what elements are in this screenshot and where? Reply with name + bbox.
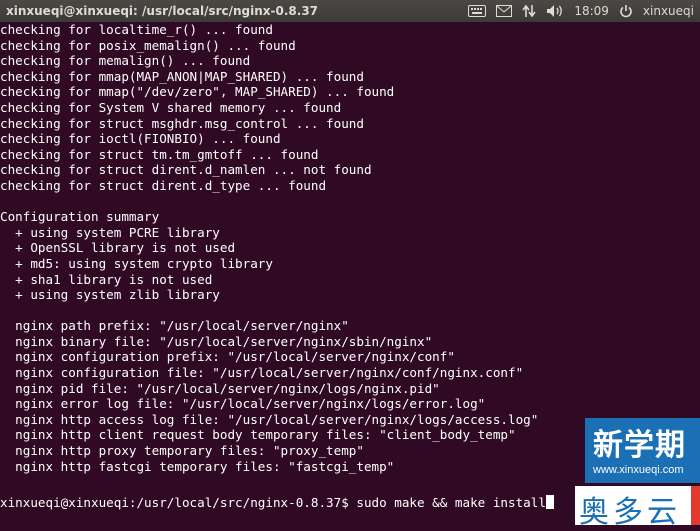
text-cursor: [545, 495, 554, 509]
power-icon[interactable]: [619, 0, 633, 22]
watermark-sub: 奥多云: [579, 495, 681, 530]
keyboard-icon[interactable]: [468, 0, 487, 22]
terminal-line: nginx binary file: "/usr/local/server/ng…: [0, 333, 433, 349]
network-arrows-icon[interactable]: [522, 0, 536, 22]
terminal-line: checking for struct dirent.d_namlen ... …: [0, 162, 372, 178]
terminal-line: checking for mmap("/dev/zero", MAP_SHARE…: [0, 84, 395, 100]
terminal-line: + sha1 library is not used: [0, 271, 213, 287]
terminal-line: checking for struct msghdr.msg_control .…: [0, 115, 364, 131]
terminal-line: checking for posix_memalign() ... found: [0, 37, 296, 53]
terminal-line: + OpenSSL library is not used: [0, 240, 236, 256]
terminal-line: checking for struct tm.tm_gmtoff ... fou…: [0, 146, 319, 162]
watermark-url: www.xinxueqi.com: [593, 464, 684, 476]
terminal-line: nginx configuration prefix: "/usr/local/…: [0, 349, 455, 365]
terminal-line: checking for System V shared memory ... …: [0, 99, 342, 115]
terminal-line: checking for mmap(MAP_ANON|MAP_SHARED) .…: [0, 68, 364, 84]
watermark-sub-block: 奥多云: [575, 486, 700, 530]
watermark-brand: 新学期: [593, 428, 686, 463]
terminal-line: + md5: using system crypto library: [0, 255, 273, 271]
watermark-logo: 新学期 www.xinxueqi.com 奥多云: [575, 418, 700, 530]
terminal-line: nginx error log file: "/usr/local/server…: [0, 396, 486, 412]
terminal-line: checking for ioctl(FIONBIO) ... found: [0, 131, 281, 147]
command-prompt[interactable]: xinxueqi@xinxueqi:/usr/local/src/nginx-0…: [0, 495, 554, 511]
mail-icon[interactable]: [496, 0, 513, 22]
indicator-area: 18:09 xinxueqi: [468, 0, 694, 22]
window-title: xinxueqi@xinxueqi: /usr/local/src/nginx-…: [6, 4, 319, 18]
volume-icon[interactable]: [546, 0, 564, 22]
watermark-accent-bar: [691, 486, 700, 525]
clock[interactable]: 18:09: [574, 0, 609, 22]
prompt-text: xinxueqi@xinxueqi:/usr/local/src/nginx-0…: [0, 495, 546, 510]
top-panel: xinxueqi@xinxueqi: /usr/local/src/nginx-…: [0, 0, 700, 22]
terminal-line: checking for localtime_r() ... found: [0, 22, 273, 37]
terminal-line: checking for struct dirent.d_type ... fo…: [0, 177, 327, 193]
terminal-line: nginx configuration file: "/usr/local/se…: [0, 365, 524, 381]
terminal-line: Configuration summary: [0, 209, 160, 225]
terminal-line: + using system zlib library: [0, 287, 220, 303]
terminal-line: checking for memalign() ... found: [0, 53, 251, 69]
terminal-line: nginx path prefix: "/usr/local/server/ng…: [0, 318, 349, 334]
terminal-line: + using system PCRE library: [0, 224, 220, 240]
user-name[interactable]: xinxueqi: [643, 0, 694, 22]
terminal-line: nginx pid file: "/usr/local/server/nginx…: [0, 380, 440, 396]
watermark-brand-block: 新学期 www.xinxueqi.com: [585, 418, 700, 483]
